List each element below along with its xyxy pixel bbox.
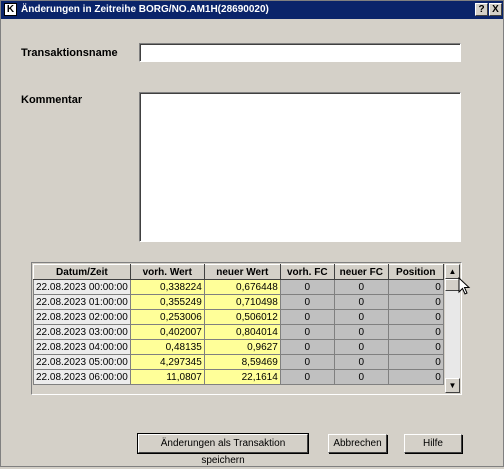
cell-old-value[interactable]: 0,338224 [129,279,205,295]
help-button[interactable]: Hilfe [404,434,462,453]
changes-grid: Datum/Zeit vorh. Wert neuer Wert vorh. F… [31,262,462,395]
cell-datetime[interactable]: 22.08.2023 04:00:00 [33,339,131,355]
cell-position[interactable]: 0 [387,279,444,295]
col-header-datetime[interactable]: Datum/Zeit [33,264,131,280]
table-row[interactable]: 22.08.2023 04:00:00 0,48135 0,9627 0 0 0 [33,339,444,355]
cell-position[interactable]: 0 [387,369,444,385]
cell-old-fc[interactable]: 0 [279,309,335,325]
cell-new-value[interactable]: 0,804014 [203,324,281,340]
cell-new-fc[interactable]: 0 [333,309,389,325]
cell-old-value[interactable]: 0,355249 [129,294,205,310]
cell-position[interactable]: 0 [387,309,444,325]
cell-new-value[interactable]: 0,676448 [203,279,281,295]
cell-new-value[interactable]: 0,506012 [203,309,281,325]
cell-new-value[interactable]: 0,9627 [203,339,281,355]
cell-old-fc[interactable]: 0 [279,339,335,355]
cell-datetime[interactable]: 22.08.2023 03:00:00 [33,324,131,340]
cell-new-value[interactable]: 0,710498 [203,294,281,310]
cell-old-fc[interactable]: 0 [279,279,335,295]
comment-label: Kommentar [21,94,83,106]
cell-old-fc[interactable]: 0 [279,324,335,340]
transaction-name-input[interactable] [139,43,461,62]
cell-new-fc[interactable]: 0 [333,324,389,340]
cell-new-value[interactable]: 8,59469 [203,354,281,370]
title-bar[interactable]: K Änderungen in Zeitreihe BORG/NO.AM1H(2… [1,1,503,19]
col-header-new-value[interactable]: neuer Wert [203,264,281,280]
cell-new-fc[interactable]: 0 [333,294,389,310]
cell-position[interactable]: 0 [387,324,444,340]
cell-old-fc[interactable]: 0 [279,369,335,385]
table-row[interactable]: 22.08.2023 02:00:00 0,253006 0,506012 0 … [33,309,444,325]
cell-datetime[interactable]: 22.08.2023 05:00:00 [33,354,131,370]
help-title-button[interactable]: ? [475,3,488,16]
close-button[interactable]: X [489,3,502,16]
col-header-position[interactable]: Position [387,264,444,280]
cell-old-value[interactable]: 4,297345 [129,354,205,370]
table-row[interactable]: 22.08.2023 06:00:00 11,0807 22,1614 0 0 … [33,369,444,385]
comment-textarea[interactable] [139,92,461,242]
cell-position[interactable]: 0 [387,294,444,310]
cell-datetime[interactable]: 22.08.2023 02:00:00 [33,309,131,325]
mouse-pointer-icon [458,277,471,295]
cell-datetime[interactable]: 22.08.2023 01:00:00 [33,294,131,310]
dialog-window: K Änderungen in Zeitreihe BORG/NO.AM1H(2… [0,0,504,467]
cell-position[interactable]: 0 [387,339,444,355]
transaction-name-label: Transaktionsname [21,47,118,59]
table-row[interactable]: 22.08.2023 01:00:00 0,355249 0,710498 0 … [33,294,444,310]
cell-old-value[interactable]: 0,253006 [129,309,205,325]
cell-old-value[interactable]: 0,402007 [129,324,205,340]
cell-old-fc[interactable]: 0 [279,294,335,310]
cell-datetime[interactable]: 22.08.2023 06:00:00 [33,369,131,385]
cell-old-fc[interactable]: 0 [279,354,335,370]
table-row[interactable]: 22.08.2023 00:00:00 0,338224 0,676448 0 … [33,279,444,295]
save-transaction-button[interactable]: Änderungen als Transaktion speichern [137,433,309,466]
app-icon: K [4,3,17,16]
col-header-old-fc[interactable]: vorh. FC [279,264,335,280]
scroll-down-arrow-icon[interactable]: ▼ [445,378,460,393]
col-header-new-fc[interactable]: neuer FC [333,264,389,280]
table-row[interactable]: 22.08.2023 03:00:00 0,402007 0,804014 0 … [33,324,444,340]
cell-old-value[interactable]: 11,0807 [129,369,205,385]
cell-old-value[interactable]: 0,48135 [129,339,205,355]
cell-position[interactable]: 0 [387,354,444,370]
cell-new-fc[interactable]: 0 [333,339,389,355]
table-header-row: Datum/Zeit vorh. Wert neuer Wert vorh. F… [33,264,444,280]
table-row[interactable]: 22.08.2023 05:00:00 4,297345 8,59469 0 0… [33,354,444,370]
cell-new-fc[interactable]: 0 [333,279,389,295]
cancel-button[interactable]: Abbrechen [328,434,387,453]
cell-new-value[interactable]: 22,1614 [203,369,281,385]
cell-datetime[interactable]: 22.08.2023 00:00:00 [33,279,131,295]
cell-new-fc[interactable]: 0 [333,369,389,385]
changes-table: Datum/Zeit vorh. Wert neuer Wert vorh. F… [33,264,444,385]
cell-new-fc[interactable]: 0 [333,354,389,370]
col-header-old-value[interactable]: vorh. Wert [129,264,205,280]
window-title: Änderungen in Zeitreihe BORG/NO.AM1H(286… [21,4,269,15]
